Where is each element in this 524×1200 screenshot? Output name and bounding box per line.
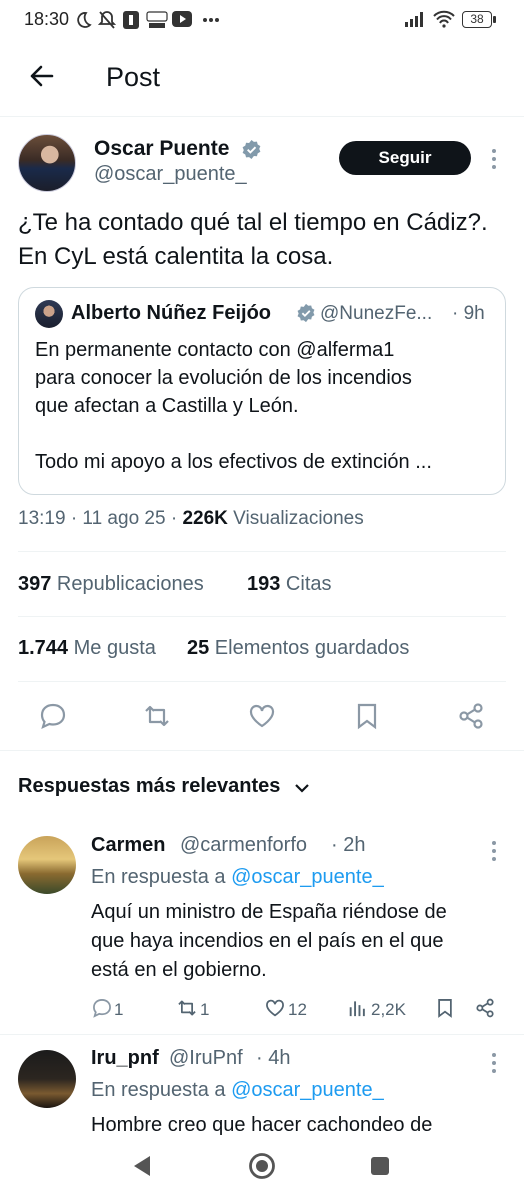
reply-author-name[interactable]: Iru_pnf [91,1047,159,1070]
reply-share-icon[interactable] [474,997,496,1019]
share-icon[interactable] [456,701,486,731]
reply-views-count: 2,2K [371,1000,406,1019]
replies-sort-label[interactable]: Respuestas más relevantes [18,775,280,798]
reply-reposts-count: 1 [200,1000,210,1019]
bookmark-icon[interactable] [352,701,382,731]
reply-more-icon[interactable] [486,1050,502,1076]
quoted-text-line: Todo mi apoyo a los efectivos de extinci… [35,451,432,473]
reply-views-icon[interactable] [347,997,369,1019]
reply-text: Hombre creo que hacer cachondeo de [91,1111,511,1140]
system-nav-bar [0,1140,524,1200]
rtve-play-icon [146,11,168,28]
quoted-post-time: · 9h [452,303,485,324]
wifi-icon [433,10,455,28]
quoted-post-text: En permanente contacto con @alferma1 par… [35,336,495,476]
reply-avatar[interactable] [18,836,76,894]
back-arrow-icon[interactable] [24,58,60,94]
header-divider [0,116,524,117]
author-avatar[interactable] [18,134,76,192]
signal-icon [405,12,423,27]
status-bar: 18:30 38 [0,0,524,40]
reposts-count: 397 [18,573,52,595]
reply-divider [0,1034,524,1035]
actions-divider [0,750,524,751]
post-timestamp: 13:19 · 11 ago 25 · [18,508,183,529]
stats-divider [18,616,506,617]
more-options-icon[interactable] [486,146,502,172]
reply-reply-icon[interactable] [91,997,113,1019]
author-handle[interactable]: @oscar_puente_ [94,163,247,186]
battery-level: 38 [470,12,484,26]
reply-likes-count: 12 [288,1000,307,1019]
reply-like-icon[interactable] [264,997,286,1019]
battery-icon: 38 [462,11,492,28]
quoted-post-card[interactable]: Alberto Núñez Feijóo @NunezFe... · 9h En… [18,287,506,495]
meta-divider [18,551,506,552]
in-reply-mention[interactable]: @oscar_puente_ [231,866,384,888]
reposts-label: Republicaciones [51,573,204,595]
stats-divider-2 [18,681,506,682]
follow-button[interactable]: Seguir [339,141,471,175]
chevron-down-icon[interactable] [292,778,312,798]
reply-repost-icon[interactable] [176,997,198,1019]
battery-tip [493,16,496,23]
notifications-off-icon [98,11,116,29]
reply-author-handle[interactable]: @carmenforfo [180,834,307,857]
likes-count: 1.744 [18,637,69,659]
quotes-stat[interactable]: 193 Citas [247,573,332,596]
quoted-text-line: para conocer la evolución de los incendi… [35,367,412,389]
quotes-count: 193 [247,573,281,595]
author-name[interactable]: Oscar Puente [94,137,229,161]
nav-recents-icon[interactable] [370,1156,390,1176]
in-reply-mention[interactable]: @oscar_puente_ [231,1079,384,1101]
reposts-stat[interactable]: 397 Republicaciones [18,573,204,596]
post-meta: 13:19 · 11 ago 25 · 226K Visualizaciones [18,508,364,530]
reply-more-icon[interactable] [486,838,502,864]
quoted-author-name: Alberto Núñez Feijóo [71,302,271,324]
like-icon[interactable] [247,701,277,731]
bookmarks-stat[interactable]: 25 Elementos guardados [187,637,409,660]
reply-bookmark-icon[interactable] [434,997,456,1019]
verified-badge-icon [242,139,261,160]
reply-author-name[interactable]: Carmen [91,834,165,857]
views-label: Visualizaciones [227,508,364,529]
quoted-text-line: que afectan a Castilla y León. [35,395,299,417]
reply-text-line: Aquí un ministro de España riéndose de [91,901,447,923]
quoted-author-handle: @NunezFe... [320,303,433,324]
nav-back-icon[interactable] [131,1154,153,1178]
youtube-icon [172,11,192,27]
in-reply-prefix: En respuesta a [91,1079,232,1101]
post-text: ¿Te ha contado qué tal el tiempo en Cádi… [18,209,488,270]
status-time: 18:30 [24,9,70,29]
do-not-disturb-icon [77,12,92,28]
reply-text: Aquí un ministro de España riéndose de q… [91,898,511,985]
nav-home-icon[interactable] [248,1152,276,1180]
reply-time: · 4h [256,1047,291,1069]
reply-avatar[interactable] [18,1050,76,1108]
reply-text-line: Hombre creo que hacer cachondeo de [91,1114,433,1136]
likes-stat[interactable]: 1.744 Me gusta [18,637,156,660]
reply-time: · 2h [331,834,366,856]
more-notifications-icon [203,18,219,22]
reply-in-response: En respuesta a @oscar_puente_ [91,1079,384,1102]
reply-text-line: que haya incendios en el país en el que [91,930,444,952]
reply-author-handle[interactable]: @IruPnf [169,1047,243,1070]
in-reply-prefix: En respuesta a [91,866,232,888]
likes-label: Me gusta [68,637,156,659]
page-title: Post [106,62,161,92]
views-count: 226K [182,508,228,529]
bookmarks-label: Elementos guardados [209,637,410,659]
quotes-label: Citas [280,573,332,595]
quoted-verified-badge-icon [297,303,315,323]
repost-icon[interactable] [142,701,172,731]
reply-in-response: En respuesta a @oscar_puente_ [91,866,384,889]
quoted-author-avatar [35,300,63,328]
reply-replies-count: 1 [114,1000,124,1019]
app-icon [123,11,139,29]
reply-icon[interactable] [38,701,68,731]
bookmarks-count: 25 [187,637,210,659]
reply-text-line: está en el gobierno. [91,959,267,981]
quoted-text-line: En permanente contacto con @alferma1 [35,339,395,361]
